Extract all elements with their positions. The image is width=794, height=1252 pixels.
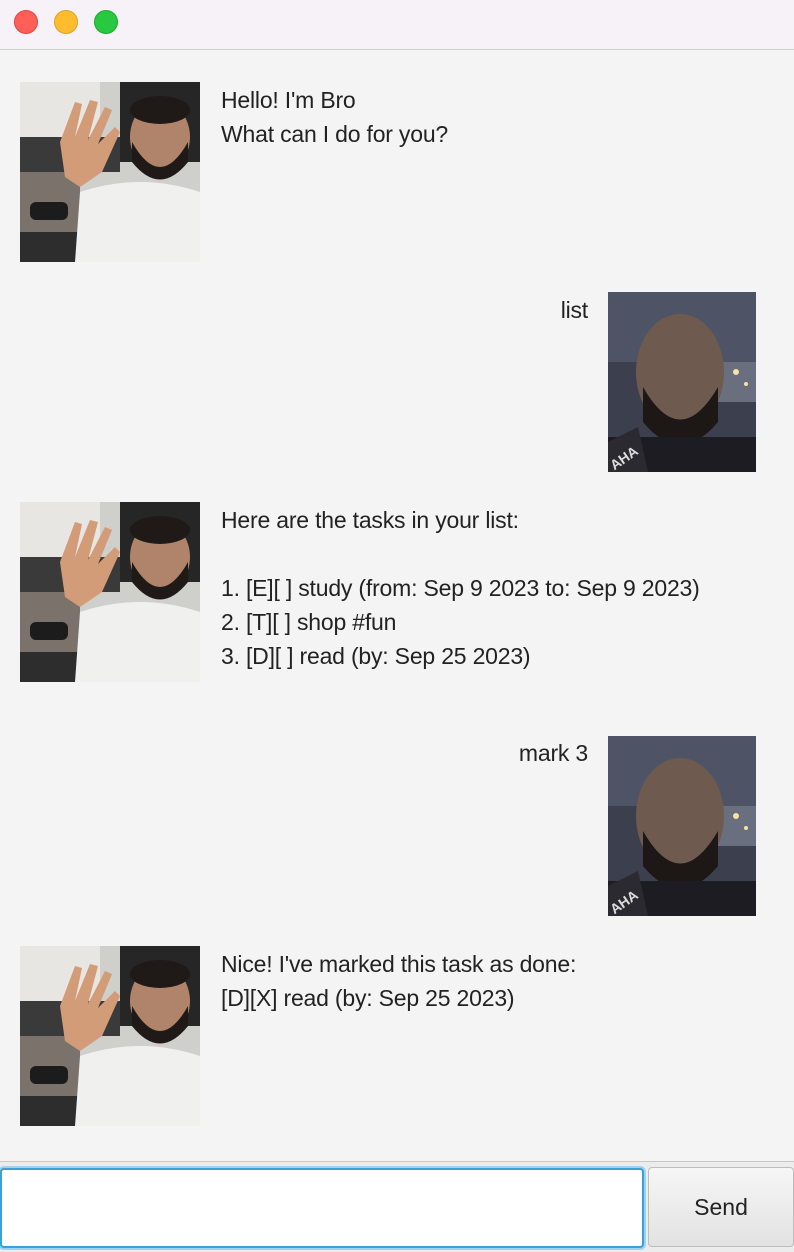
bot-message: Here are the tasks in your list: 1. [E][… [221, 507, 700, 669]
bot-message: Hello! I'm Bro What can I do for you? [221, 87, 449, 147]
input-bar: Send [0, 1161, 794, 1252]
send-button[interactable]: Send [648, 1167, 794, 1247]
title-bar [0, 0, 794, 50]
maximize-window-button[interactable] [94, 10, 118, 34]
user-message: list [560, 297, 589, 323]
dialog-container[interactable]: Hello! I'm Bro What can I do for you? li… [0, 51, 794, 1161]
bot-avatar [20, 946, 200, 1126]
bot-message: Nice! I've marked this task as done: [D]… [221, 951, 577, 1011]
user-avatar: AHA [608, 292, 756, 472]
message-input[interactable] [0, 1168, 644, 1248]
close-window-button[interactable] [14, 10, 38, 34]
minimize-window-button[interactable] [54, 10, 78, 34]
bot-avatar [20, 502, 200, 682]
user-message: mark 3 [518, 740, 588, 766]
bot-avatar [20, 82, 200, 262]
user-avatar: AHA [608, 736, 756, 916]
